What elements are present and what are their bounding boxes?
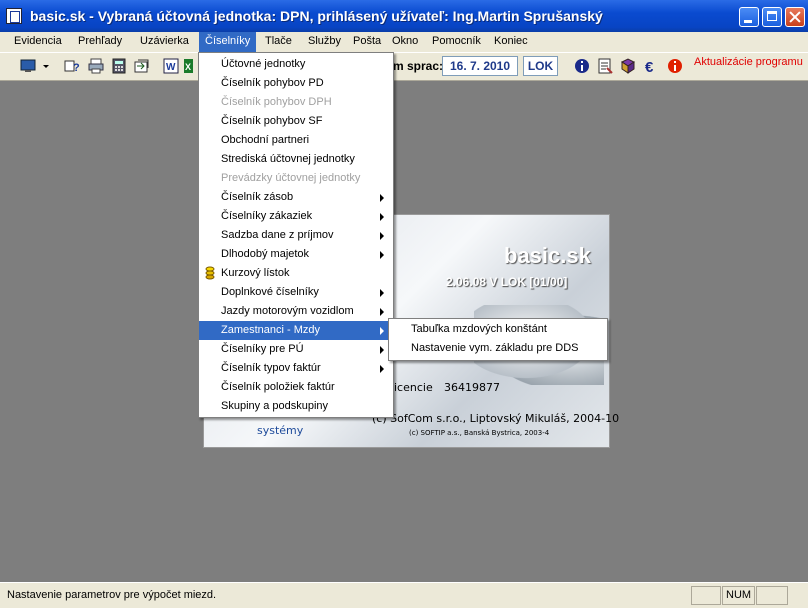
updates-link[interactable]: Aktualizácie programu [694,56,803,68]
submenu-arrow-icon [380,346,384,354]
ciselniky-dropdown: Účtovné jednotky Číselník pohybov PD Čís… [198,52,394,418]
menu-item-typy-faktur[interactable]: Číselník typov faktúr [199,359,391,378]
svg-text:€: € [645,59,654,74]
processing-date-field[interactable]: 16. 7. 2010 [442,56,518,76]
document-list-icon[interactable] [597,58,613,74]
svg-text:?: ? [73,62,80,74]
menu-ciselniky[interactable]: Číselníky [199,32,257,52]
menu-item-polozky-faktur[interactable]: Číselník položiek faktúr [199,378,391,397]
menu-sluzby[interactable]: Služby [308,32,341,52]
submenu-arrow-icon [380,365,384,373]
submenu-arrow-icon [380,327,384,335]
menu-posta[interactable]: Pošta [353,32,381,52]
sprac-label: m sprac: [393,59,444,73]
menu-koniec[interactable]: Koniec [494,32,528,52]
coin-stack-icon [205,266,215,280]
mzdy-submenu: Tabuľka mzdových konštánt Nastavenie vym… [388,318,608,361]
menu-okno[interactable]: Okno [392,32,418,52]
menu-item-uctovne-jednotky[interactable]: Účtovné jednotky [199,55,391,74]
euro-icon[interactable]: € [643,58,659,74]
status-bar: Nastavenie parametrov pre výpočet miezd.… [0,582,808,608]
export-icon[interactable] [134,58,150,74]
menu-uzavierka[interactable]: Uzávierka [140,32,189,52]
monitor-icon[interactable] [20,58,36,74]
menu-evidencia[interactable]: Evidencia [14,32,62,52]
menu-tlace[interactable]: Tlače [265,32,292,52]
minimize-button[interactable] [739,7,759,27]
status-panel-scroll [756,586,788,605]
dropdown-arrow-icon[interactable] [42,58,50,74]
menu-item-strediska[interactable]: Strediská účtovnej jednotky [199,150,391,169]
submenu-arrow-icon [380,308,384,316]
license-label: icencie [394,381,433,394]
menu-item-ciselniky-zakaziek[interactable]: Číselníky zákaziek [199,207,391,226]
menu-item-pohyby-sf[interactable]: Číselník pohybov SF [199,112,391,131]
calculator-icon[interactable] [111,58,127,74]
submenu-arrow-icon [380,251,384,259]
status-message: Nastavenie parametrov pre výpočet miezd. [7,589,217,601]
lok-button[interactable]: LOK [523,56,558,76]
book-icon[interactable] [620,58,636,74]
menu-pomocnik[interactable]: Pomocník [432,32,481,52]
submenu-arrow-icon [380,289,384,297]
alert-info-icon[interactable] [667,58,683,74]
submenu-arrow-icon [380,194,384,202]
menu-item-kurzovy-listok[interactable]: Kurzový lístok [199,264,391,283]
menu-item-doplnkove-ciselniky[interactable]: Doplnkové číselníky [199,283,391,302]
menu-item-jazdy-vozidlom[interactable]: Jazdy motorovým vozidlom [199,302,391,321]
submenu-item-tabulka-konstant[interactable]: Tabuľka mzdových konštánt [389,320,605,339]
splash-brand: basic.sk [504,243,591,268]
excel-icon[interactable]: X [183,58,193,74]
maximize-button[interactable] [762,7,782,27]
word-icon[interactable]: W [163,58,179,74]
menu-item-pohyby-pd[interactable]: Číselník pohybov PD [199,74,391,93]
menu-item-obchodni-partneri[interactable]: Obchodní partneri [199,131,391,150]
query-icon[interactable]: ? [64,58,80,74]
submenu-item-dds-zaklad[interactable]: Nastavenie vym. základu pre DDS [389,339,605,358]
menu-item-dlhodoby-majetok[interactable]: Dlhodobý majetok [199,245,391,264]
submenu-arrow-icon [380,232,384,240]
svg-text:X: X [185,62,191,72]
close-button[interactable] [785,7,805,27]
toolbar: ? W X m sprac: 16. 7. 2010 LOK € Aktuali… [0,53,808,81]
menu-item-pohyby-dph: Číselník pohybov DPH [221,96,332,108]
menu-prehlady[interactable]: Prehľady [78,32,122,52]
copyright-softip: (c) SOFTIP a.s., Banská Bystrica, 2003-4 [409,429,550,437]
splash-systems: systémy [257,424,304,437]
svg-text:W: W [166,62,176,73]
submenu-arrow-icon [380,213,384,221]
menu-item-skupiny[interactable]: Skupiny a podskupiny [199,397,391,416]
menu-item-sadzba-dane[interactable]: Sadzba dane z príjmov [199,226,391,245]
splash-version: 2.06.08 V LOK [01/00] [446,275,568,289]
menu-item-ciselniky-pu[interactable]: Číselníky pre PÚ [199,340,391,359]
info-icon[interactable] [574,58,590,74]
menu-item-ciselnik-zasob[interactable]: Číselník zásob [199,188,391,207]
menu-item-zamestnanci-mzdy[interactable]: Zamestnanci - Mzdy [199,321,391,340]
menu-bar: Evidencia Prehľady Uzávierka Číselníky T… [0,32,808,53]
app-icon[interactable] [6,8,22,24]
status-panel-caps [691,586,721,605]
title-bar[interactable]: basic.sk - Vybraná účtovná jednotka: DPN… [0,0,808,32]
printer-icon[interactable] [88,58,104,74]
menu-item-prevadzky: Prevádzky účtovnej jednotky [221,172,361,184]
status-panel-num: NUM [722,586,755,605]
license-number: 36419877 [444,381,500,394]
copyright-sofcom: (c) SofCom s.r.o., Liptovský Mikuláš, 20… [372,412,620,425]
window-title: basic.sk - Vybraná účtovná jednotka: DPN… [30,8,603,24]
